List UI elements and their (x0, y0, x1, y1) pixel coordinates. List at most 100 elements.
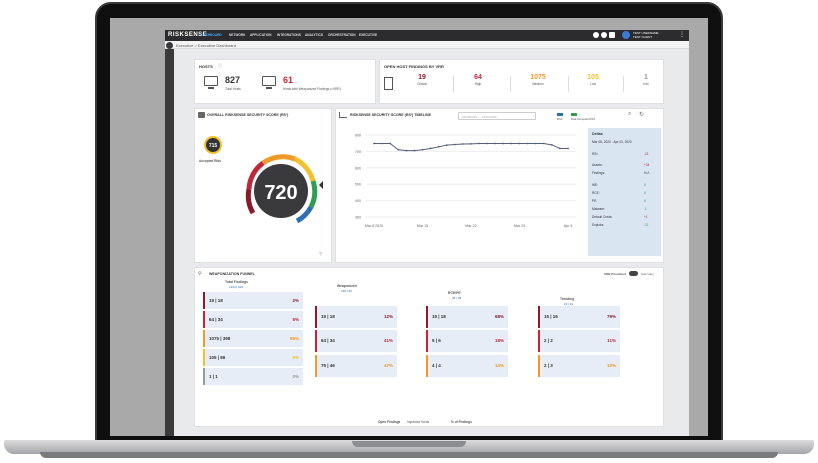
refresh-icon[interactable]: ↻ (639, 111, 644, 118)
y-tick-label: 400 (355, 199, 361, 203)
nav-analytics[interactable]: ANALYTICS (305, 33, 323, 37)
rs3-card: OVERALL RISKSENSE SECURITY SCORE (RS³) 7… (194, 108, 332, 263)
funnel-row-count: 2 | 3 (544, 363, 553, 368)
view-toggle[interactable] (629, 271, 638, 276)
delta-label: RS³: (592, 152, 599, 156)
funnel-row-count: 19 | 18 (209, 297, 223, 303)
funnel-row[interactable]: 1075 | 398 85% (203, 330, 303, 347)
x-tick-label: Apr 5 (564, 224, 573, 228)
nav-application[interactable]: APPLICATION (250, 33, 271, 37)
nav-orchestration[interactable]: ORCHESTRATION (328, 33, 356, 37)
funnel-row[interactable]: 75 | 46 47% (315, 355, 397, 377)
stage-title: Trending (560, 297, 575, 301)
stage-subtitle: 158 | 96 (341, 289, 352, 293)
funnel-row[interactable]: 19 | 18 2% (203, 292, 303, 309)
funnel-row[interactable]: 64 | 34 5% (203, 311, 303, 328)
divider (623, 76, 624, 92)
funnel-row-count: 75 | 46 (321, 363, 335, 368)
stage-subtitle: 1264 | 916 (229, 285, 244, 289)
stage-title: Total Findings (225, 280, 248, 284)
funnel-row[interactable]: 2 | 2 11% (538, 330, 620, 352)
help-icon[interactable]: ? (319, 252, 322, 258)
data-point (429, 147, 432, 150)
data-point (478, 142, 480, 145)
funnel-row[interactable]: 1 | 1 0% (203, 368, 303, 385)
data-point (494, 142, 497, 145)
vrr-high-value: 64 (474, 74, 482, 81)
funnel-row-count: 64 | 34 (209, 316, 223, 322)
briefcase-icon[interactable] (609, 32, 615, 38)
funnel-row-percent: 85% (289, 335, 299, 341)
vrr-medium-value: 1075 (530, 74, 546, 81)
delta-label: RCE: (592, 191, 600, 195)
data-point (526, 142, 529, 145)
info-icon[interactable]: ⓘ (218, 63, 222, 69)
deltas-range: Mar 08, 2020 - Apr 03, 2020 (592, 140, 632, 144)
funnel-row[interactable]: 64 | 34 41% (315, 330, 397, 352)
x-tick-label: Mar 15 (417, 224, 428, 228)
more-menu-icon[interactable]: ⋮ (679, 31, 685, 38)
funnel-row[interactable]: 4 | 4 14% (426, 355, 508, 377)
funnel-row-percent: 0% (292, 373, 299, 379)
footer-open-findings: Open Findings (378, 420, 401, 424)
deltas-panel: Deltas Mar 08, 2020 - Apr 03, 2020 RS³: -… (588, 128, 661, 256)
monitor-icon (204, 76, 218, 89)
hosts-card: HOSTS ⓘ 827 Total Hosts 61 Hosts with We… (194, 59, 376, 104)
vrr-critical-label: Critical (417, 82, 427, 86)
menu-icon[interactable] (166, 42, 173, 49)
vrr-medium[interactable]: 1075 Medium (520, 74, 556, 86)
data-point (421, 148, 424, 151)
funnel-row[interactable]: 2 | 3 10% (538, 355, 620, 377)
funnel-row[interactable]: 105 | 86 8% (203, 349, 303, 366)
funnel-row-count: 64 | 34 (321, 338, 335, 343)
cloud-download-icon[interactable] (601, 32, 607, 38)
laptop-notch (352, 441, 466, 447)
nav-executive[interactable]: EXECUTIVE (359, 33, 377, 37)
data-point (389, 142, 392, 145)
accepted-risk-label: Accepted Risk (199, 159, 221, 163)
vrr-card: OPEN HOST FINDINGS BY VRR 19 Critical 64… (379, 59, 664, 104)
funnel-row[interactable]: 15 | 16 79% (538, 306, 620, 328)
vrr-high[interactable]: 64 High (462, 74, 494, 86)
legend-accepted[interactable]: Risk Accepted RS3 (571, 117, 595, 121)
divider (568, 76, 569, 92)
funnel-row-count: 19 | 18 (432, 314, 446, 319)
zoom-icon[interactable]: ⌕ (628, 111, 631, 118)
data-point (373, 142, 375, 145)
y-tick-label: 300 (355, 216, 361, 220)
vrr-low[interactable]: 105 Low (576, 74, 610, 86)
line-chart-icon (339, 112, 347, 118)
user-client: TEST CLIENT (633, 34, 653, 39)
nav-integrations[interactable]: INTEGRATIONS (277, 33, 301, 37)
vrr-low-value: 105 (587, 74, 599, 81)
vrr-info-label: Info (643, 82, 649, 86)
total-hosts-value: 827 (225, 75, 241, 85)
breadcrumb[interactable]: Executive > Executive Dashboard (176, 43, 236, 48)
funnel-row[interactable]: 19 | 18 68% (426, 306, 508, 328)
vrr-critical[interactable]: 19 Critical (406, 74, 438, 86)
laptop-screen: RISKSENSE DASHBOARD NETWORK APPLICATION … (110, 18, 708, 436)
funnel-row-count: 2 | 2 (544, 338, 553, 343)
data-point (470, 142, 472, 145)
date-range-input[interactable]: 03/08/2020 — 04/07/2020 (458, 112, 536, 120)
legend-rs3[interactable]: RS3 (557, 117, 562, 121)
funnel-row[interactable]: 19 | 18 12% (315, 306, 397, 328)
vrr-title: OPEN HOST FINDINGS BY VRR (384, 64, 444, 69)
nav-dashboard[interactable]: DASHBOARD (201, 33, 222, 37)
delta-value: -21 (644, 152, 649, 156)
avatar[interactable] (622, 31, 630, 39)
cloud-upload-icon[interactable] (593, 32, 599, 38)
vrr-info[interactable]: 1 Info (632, 74, 660, 86)
data-point (453, 143, 456, 146)
vrr-critical-value: 19 (418, 74, 426, 81)
y-tick-label: 800 (355, 134, 361, 138)
delta-value: 0 (644, 199, 646, 203)
nav-network[interactable]: NETWORK (229, 33, 245, 37)
date-from: 03/08/2020 (462, 114, 478, 119)
user-info[interactable]: TEST USERNAME TEST CLIENT (633, 31, 658, 39)
funnel-row[interactable]: 5 | 6 18% (426, 330, 508, 352)
y-tick-label: 500 (355, 183, 361, 187)
delta-value: 0 (644, 183, 646, 187)
delta-label: Default Creds: (592, 215, 613, 219)
funnel-row-count: 105 | 86 (209, 354, 226, 360)
